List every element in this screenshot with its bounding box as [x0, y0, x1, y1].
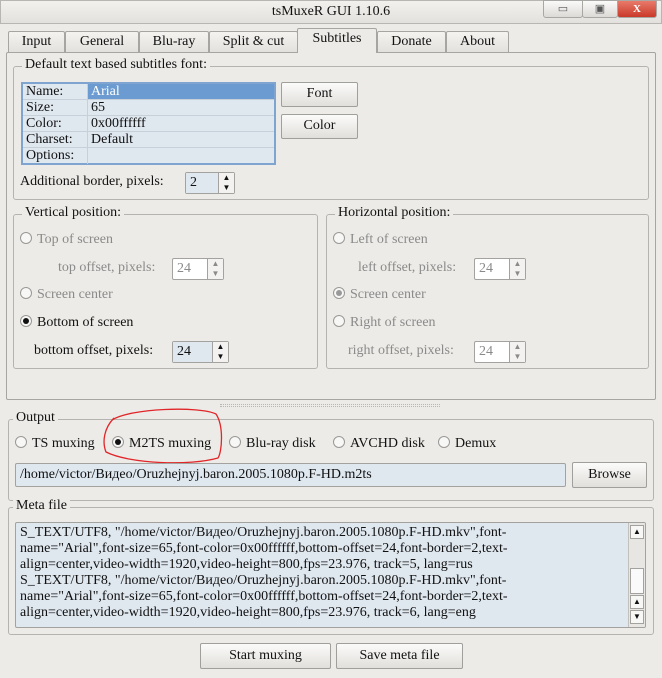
scroll-down-icon[interactable]: ▼: [630, 610, 644, 624]
radio-avchd-disk[interactable]: AVCHD disk: [333, 436, 425, 452]
minimize-button[interactable]: ▭: [543, 0, 583, 18]
radio-icon: [333, 315, 345, 327]
radio-icon: [333, 436, 345, 448]
output-path-input[interactable]: /home/victor/Видео/Oruzhejnyj.baron.2005…: [15, 463, 566, 487]
row-value: [88, 148, 274, 164]
radio-icon: [333, 232, 345, 244]
spin-arrows-icon[interactable]: ▲ ▼: [218, 173, 234, 193]
radio-icon: [229, 436, 241, 448]
spin-arrows-icon[interactable]: ▲ ▼: [207, 259, 223, 279]
browse-button[interactable]: Browse: [572, 462, 647, 488]
row-key: Charset:: [23, 132, 88, 147]
left-offset-spinbox[interactable]: 24 ▲ ▼: [474, 258, 526, 280]
tab-input[interactable]: Input: [8, 31, 65, 53]
table-row[interactable]: Size: 65: [23, 100, 274, 116]
radio-icon: [20, 287, 32, 299]
border-value[interactable]: 2: [186, 173, 218, 193]
spin-arrows-icon[interactable]: ▲ ▼: [212, 342, 228, 362]
table-row[interactable]: Name: Arial: [23, 84, 274, 100]
output-group-title: Output: [13, 410, 58, 426]
radio-horizontal-center[interactable]: Screen center: [333, 287, 426, 303]
radio-selected-icon: [20, 315, 32, 327]
row-key: Options:: [23, 148, 88, 164]
radio-bottom-of-screen[interactable]: Bottom of screen: [20, 315, 133, 331]
top-offset-label: top offset, pixels:: [58, 260, 156, 275]
bottom-offset-label: bottom offset, pixels:: [34, 343, 154, 358]
radio-vertical-center[interactable]: Screen center: [20, 287, 113, 303]
radio-left-of-screen[interactable]: Left of screen: [333, 232, 428, 248]
font-button[interactable]: Font: [281, 82, 358, 107]
close-button[interactable]: X: [617, 0, 657, 18]
left-offset-value[interactable]: 24: [475, 259, 509, 279]
radio-label: Right of screen: [350, 315, 436, 330]
spin-arrows-icon[interactable]: ▲ ▼: [509, 259, 525, 279]
row-key: Color:: [23, 116, 88, 131]
row-value: 65: [91, 100, 105, 115]
row-value: Arial: [88, 84, 274, 99]
tab-blu-ray[interactable]: Blu-ray: [139, 31, 209, 53]
radio-icon: [15, 436, 27, 448]
radio-demux[interactable]: Demux: [438, 436, 496, 452]
start-muxing-button[interactable]: Start muxing: [200, 643, 331, 669]
radio-label: Screen center: [350, 287, 426, 302]
tab-about[interactable]: About: [446, 31, 509, 53]
radio-blu-ray-disk[interactable]: Blu-ray disk: [229, 436, 316, 452]
radio-selected-icon: [333, 287, 345, 299]
vertical-group-title: Vertical position:: [22, 205, 125, 221]
radio-top-of-screen[interactable]: Top of screen: [20, 232, 113, 248]
maximize-button[interactable]: ▣: [582, 0, 618, 18]
radio-ts-muxing[interactable]: TS muxing: [15, 436, 95, 452]
top-offset-value[interactable]: 24: [173, 259, 207, 279]
bottom-offset-value[interactable]: 24: [173, 342, 212, 362]
radio-label: AVCHD disk: [350, 436, 425, 451]
red-annotation-circle: [103, 408, 223, 464]
radio-label: Bottom of screen: [37, 315, 134, 330]
radio-icon: [20, 232, 32, 244]
radio-label: Demux: [455, 436, 497, 451]
meta-file-textarea[interactable]: S_TEXT/UTF8, "/home/victor/Видео/Oruzhej…: [15, 522, 646, 628]
right-offset-spinbox[interactable]: 24 ▲ ▼: [474, 341, 526, 363]
scroll-up-icon[interactable]: ▲: [630, 595, 644, 609]
tab-subtitles[interactable]: Subtitles: [297, 28, 377, 53]
meta-scrollbar[interactable]: ▲ ▲ ▼: [628, 523, 645, 627]
spin-arrows-icon[interactable]: ▲ ▼: [509, 342, 525, 362]
table-row[interactable]: Options:: [23, 148, 274, 164]
table-row[interactable]: Color: 0x00ffffff: [23, 116, 274, 132]
radio-label: Left of screen: [350, 232, 428, 247]
radio-label: Screen center: [37, 287, 113, 302]
radio-right-of-screen[interactable]: Right of screen: [333, 315, 436, 331]
scroll-up-icon[interactable]: ▲: [630, 525, 644, 539]
radio-label: TS muxing: [32, 436, 95, 451]
meta-text: S_TEXT/UTF8, "/home/victor/Видео/Oruzhej…: [20, 525, 508, 620]
left-offset-label: left offset, pixels:: [358, 260, 457, 275]
table-row[interactable]: Charset: Default: [23, 132, 274, 148]
top-offset-spinbox[interactable]: 24 ▲ ▼: [172, 258, 224, 280]
color-button[interactable]: Color: [281, 114, 358, 139]
border-spinbox[interactable]: 2 ▲ ▼: [185, 172, 235, 194]
right-offset-value[interactable]: 24: [475, 342, 509, 362]
tab-split-cut[interactable]: Split & cut: [209, 31, 298, 53]
bottom-offset-spinbox[interactable]: 24 ▲ ▼: [172, 341, 229, 363]
scroll-thumb[interactable]: [630, 568, 644, 594]
font-properties-table[interactable]: Name: Arial Size: 65 Color: 0x00ffffff Char…: [21, 82, 276, 165]
tab-general[interactable]: General: [65, 31, 139, 53]
row-key: Size:: [23, 100, 88, 115]
right-offset-label: right offset, pixels:: [348, 343, 454, 358]
save-meta-file-button[interactable]: Save meta file: [336, 643, 463, 669]
tab-donate[interactable]: Donate: [377, 31, 446, 53]
radio-label: Top of screen: [37, 232, 113, 247]
radio-icon: [438, 436, 450, 448]
row-value: Default: [91, 132, 133, 147]
meta-group-title: Meta file: [13, 498, 70, 514]
row-key: Name:: [23, 84, 88, 99]
horizontal-group-title: Horizontal position:: [335, 205, 454, 221]
font-group-title: Default text based subtitles font:: [22, 57, 210, 73]
radio-label: Blu-ray disk: [246, 436, 316, 451]
border-label: Additional border, pixels:: [20, 174, 164, 189]
row-value: 0x00ffffff: [91, 116, 146, 131]
splitter-handle[interactable]: [220, 404, 440, 407]
